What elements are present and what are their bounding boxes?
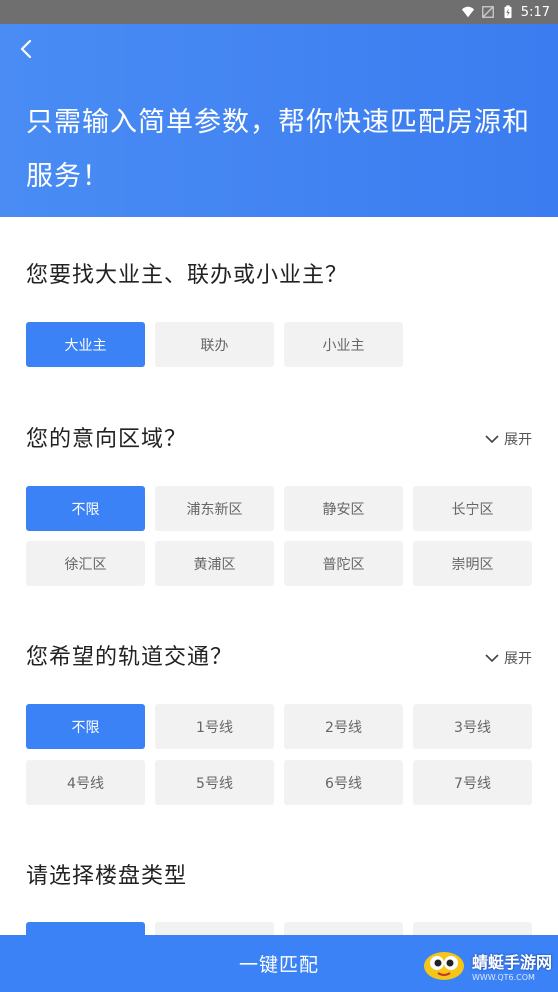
option-area-pudong[interactable]: 浦东新区 <box>155 486 274 531</box>
option-owner-large[interactable]: 大业主 <box>26 322 145 367</box>
header: 只需输入简单参数，帮你快速匹配房源和服务！ <box>0 24 558 217</box>
battery-icon <box>504 5 512 19</box>
type-question: 请选择楼盘类型 <box>26 864 188 889</box>
dragonfly-logo-icon <box>423 952 464 980</box>
metro-expand-button[interactable]: 展开 <box>484 648 532 668</box>
option-area-putuo[interactable]: 普陀区 <box>284 541 403 586</box>
wifi-icon <box>461 6 474 18</box>
area-expand-label: 展开 <box>504 432 532 448</box>
page-title: 只需输入简单参数，帮你快速匹配房源和服务！ <box>26 107 530 192</box>
option-area-huangpu[interactable]: 黄浦区 <box>155 541 274 586</box>
area-expand-button[interactable]: 展开 <box>484 429 532 449</box>
option-metro-line6[interactable]: 6号线 <box>284 760 403 805</box>
area-question: 您的意向区域？ <box>26 427 188 452</box>
watermark-sub: WWW.QT6.COM <box>471 972 535 982</box>
option-area-jingan[interactable]: 静安区 <box>284 486 403 531</box>
chevron-down-icon <box>485 654 499 663</box>
option-area-changning[interactable]: 长宁区 <box>413 486 532 531</box>
metro-question: 您希望的轨道交通？ <box>26 645 234 670</box>
option-metro-unlimited[interactable]: 不限 <box>26 704 145 749</box>
option-metro-line1[interactable]: 1号线 <box>155 704 274 749</box>
option-metro-line3[interactable]: 3号线 <box>413 704 532 749</box>
signal-icon <box>481 6 494 18</box>
watermark: 蜻蜓手游网 WWW.QT6.COM <box>422 948 552 982</box>
option-area-unlimited[interactable]: 不限 <box>26 486 145 531</box>
back-arrow-icon[interactable] <box>14 36 40 62</box>
option-metro-line2[interactable]: 2号线 <box>284 704 403 749</box>
option-metro-line5[interactable]: 5号线 <box>155 760 274 805</box>
watermark-main: 蜻蜓手游网 <box>471 952 552 972</box>
status-time: 5:17 <box>520 4 550 20</box>
option-area-xuhui[interactable]: 徐汇区 <box>26 541 145 586</box>
option-metro-line7[interactable]: 7号线 <box>413 760 532 805</box>
option-area-chongming[interactable]: 崇明区 <box>413 541 532 586</box>
metro-expand-label: 展开 <box>504 651 532 667</box>
option-owner-joint[interactable]: 联办 <box>155 322 274 367</box>
owner-question: 您要找大业主、联办或小业主？ <box>26 263 349 288</box>
option-owner-small[interactable]: 小业主 <box>284 322 403 367</box>
status-bar: 5:17 <box>0 0 558 24</box>
option-metro-line4[interactable]: 4号线 <box>26 760 145 805</box>
chevron-down-icon <box>485 435 499 444</box>
